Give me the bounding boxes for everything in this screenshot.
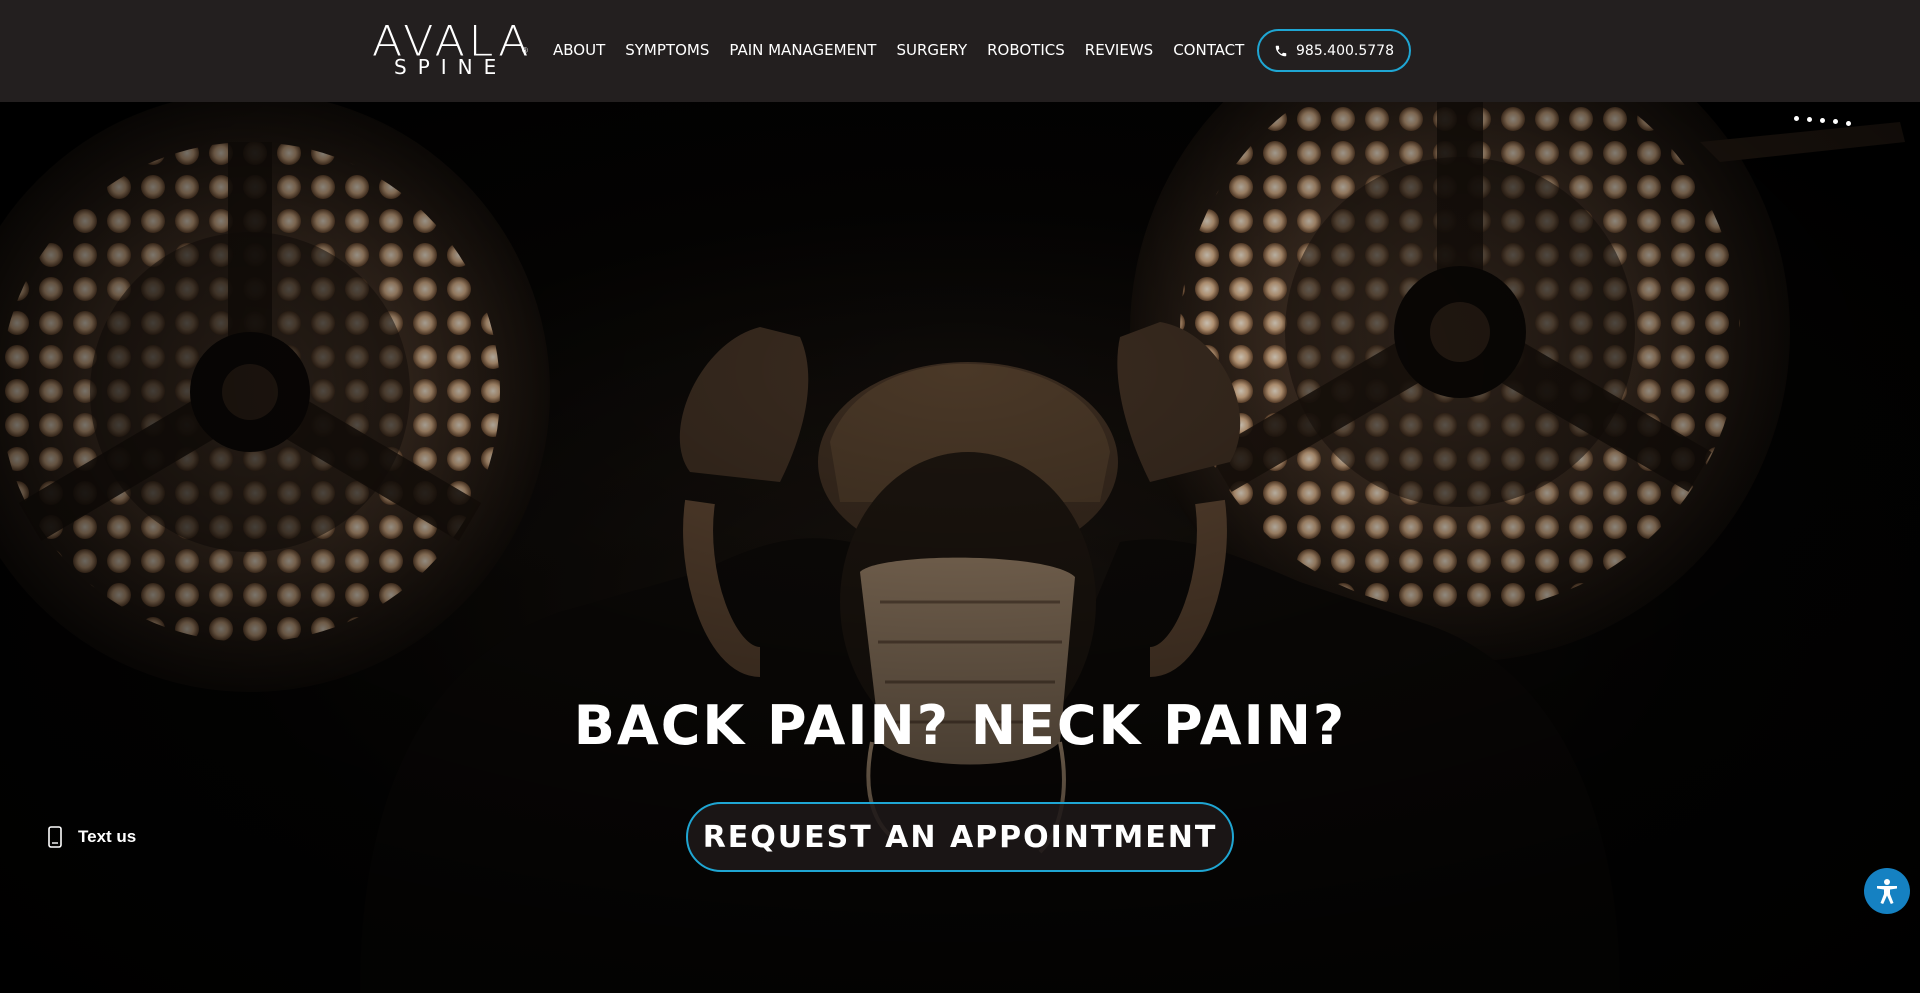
- avala-spine-logo[interactable]: AVALA ® SPINE: [372, 20, 528, 78]
- slider-dot[interactable]: [1807, 117, 1812, 122]
- nav-pain-management[interactable]: PAIN MANAGEMENT: [729, 38, 876, 62]
- nav-robotics[interactable]: ROBOTICS: [987, 38, 1065, 62]
- phone-button[interactable]: 985.400.5778: [1257, 29, 1411, 72]
- slider-dots[interactable]: [1794, 114, 1854, 126]
- nav-contact[interactable]: CONTACT: [1173, 38, 1244, 62]
- slider-dot[interactable]: [1794, 116, 1799, 121]
- nav-reviews[interactable]: REVIEWS: [1085, 38, 1153, 62]
- slider-dot[interactable]: [1833, 119, 1838, 124]
- hero-section: BACK PAIN? NECK PAIN? REQUEST AN APPOINT…: [0, 102, 1920, 993]
- accessibility-button[interactable]: [1864, 868, 1910, 914]
- hero-headline: BACK PAIN? NECK PAIN?: [573, 694, 1347, 757]
- slider-dot[interactable]: [1846, 121, 1851, 126]
- main-nav: ABOUT SYMPTOMS PAIN MANAGEMENT SURGERY R…: [553, 38, 1264, 62]
- site-header: AVALA ® SPINE ABOUT SYMPTOMS PAIN MANAGE…: [0, 0, 1920, 102]
- phone-icon: [1275, 45, 1287, 56]
- mobile-phone-icon: [48, 826, 62, 848]
- logo-registered-mark: ®: [522, 46, 528, 55]
- nav-surgery[interactable]: SURGERY: [896, 38, 967, 62]
- phone-number: 985.400.5778: [1296, 42, 1394, 59]
- logo-subtitle: SPINE: [394, 55, 508, 79]
- request-appointment-button[interactable]: REQUEST AN APPOINTMENT: [686, 802, 1234, 872]
- accessibility-icon: [1877, 879, 1897, 904]
- slider-dot[interactable]: [1820, 118, 1825, 123]
- text-us-label: Text us: [78, 827, 137, 846]
- text-us-widget[interactable]: Text us: [48, 826, 136, 848]
- nav-about[interactable]: ABOUT: [553, 38, 605, 62]
- nav-symptoms[interactable]: SYMPTOMS: [625, 38, 709, 62]
